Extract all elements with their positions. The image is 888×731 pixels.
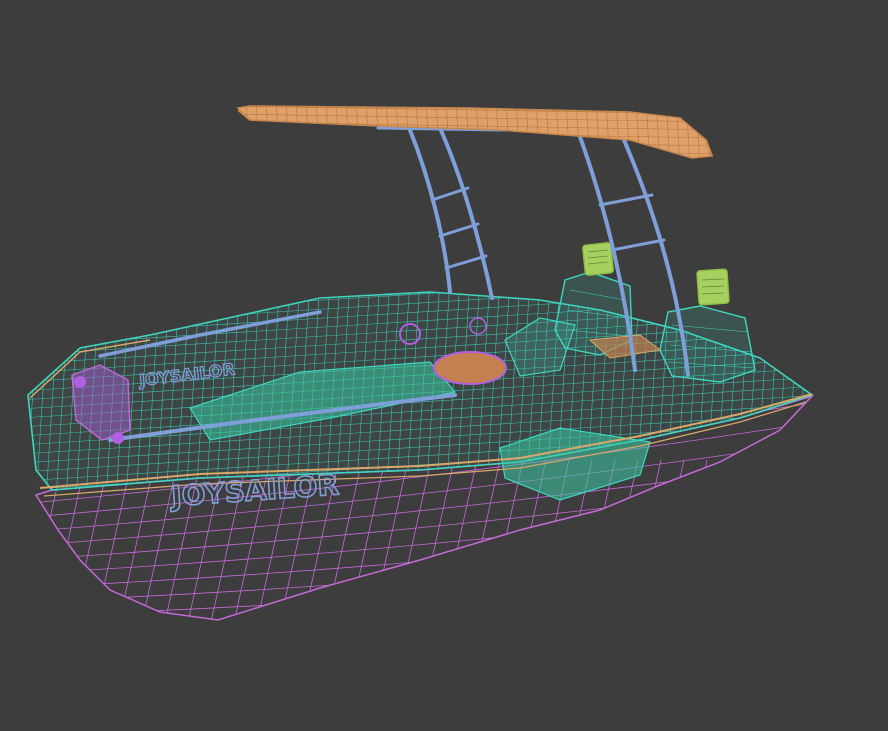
mesh-edge (758, 459, 800, 620)
mesh-edge (436, 459, 478, 620)
mesh-edge (36, 559, 812, 617)
mesh-edge (114, 459, 156, 620)
mesh-edge (390, 459, 432, 620)
mesh-edge (238, 153, 712, 158)
canopy-top (236, 105, 714, 159)
mesh-edge (735, 459, 777, 620)
mesh-edge (36, 539, 812, 603)
mesh-edge (36, 579, 812, 620)
boat-wireframe-model: JOYSAILOR JOYSAILOR (6, 100, 815, 621)
mesh-edge (712, 459, 754, 620)
deck: JOYSAILOR JOYSAILOR (6, 280, 814, 514)
mesh-edge (6, 280, 20, 500)
seat-starboard (659, 305, 756, 383)
mesh-edge (805, 292, 812, 490)
mesh-edge (666, 459, 708, 620)
mesh-edge (36, 459, 41, 620)
3d-viewport[interactable]: JOYSAILOR JOYSAILOR (0, 0, 888, 731)
fishfinder-right (696, 268, 730, 306)
mesh-edge (482, 459, 524, 620)
mesh-edge (597, 459, 639, 620)
mesh-edge (367, 459, 409, 620)
mesh-edge (413, 459, 455, 620)
fishfinder-left (582, 242, 614, 276)
round-hatch (433, 351, 507, 385)
mesh-edge (36, 519, 812, 589)
canopy (236, 100, 720, 165)
mesh-edge (716, 100, 720, 165)
mesh-edge (238, 145, 712, 155)
mesh-edge (28, 292, 31, 490)
mesh-edge (643, 459, 685, 620)
mesh-edge (689, 459, 731, 620)
mesh-edge (781, 459, 812, 620)
